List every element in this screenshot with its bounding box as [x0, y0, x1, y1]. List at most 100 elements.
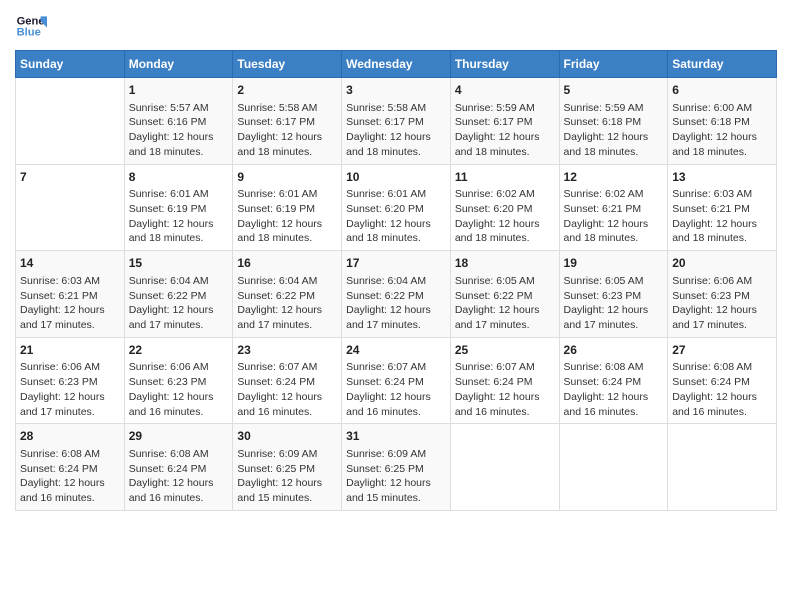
day-number: 24 [346, 342, 446, 359]
day-info: Sunrise: 5:59 AM Sunset: 6:18 PM Dayligh… [564, 101, 664, 160]
day-info: Sunrise: 6:08 AM Sunset: 6:24 PM Dayligh… [564, 360, 664, 419]
calendar-table: SundayMondayTuesdayWednesdayThursdayFrid… [15, 50, 777, 511]
day-number: 18 [455, 255, 555, 272]
calendar-cell: 27Sunrise: 6:08 AM Sunset: 6:24 PM Dayli… [668, 337, 777, 424]
calendar-cell: 18 Sunrise: 6:05 AM Sunset: 6:22 PM Dayli… [450, 251, 559, 338]
day-info: Sunrise: 5:57 AM Sunset: 6:16 PM Dayligh… [129, 101, 229, 160]
day-info: Sunrise: 5:58 AM Sunset: 6:17 PM Dayligh… [237, 101, 337, 160]
day-number: 2 [237, 82, 337, 99]
day-number: 10 [346, 169, 446, 186]
calendar-week-row: 28 Sunrise: 6:08 AM Sunset: 6:24 PM Dayli… [16, 424, 777, 511]
day-number: 8 [129, 169, 229, 186]
calendar-cell: 15 Sunrise: 6:04 AM Sunset: 6:22 PM Dayli… [124, 251, 233, 338]
day-info: Sunrise: 6:00 AM Sunset: 6:18 PM Dayligh… [672, 101, 772, 160]
day-info: Sunrise: 6:06 AM Sunset: 6:23 PM Dayligh… [20, 360, 120, 419]
day-number: 19 [564, 255, 664, 272]
day-number: 29 [129, 428, 229, 445]
calendar-cell: 7 [16, 164, 125, 251]
calendar-cell: 9Sunrise: 6:01 AM Sunset: 6:19 PM Daylig… [233, 164, 342, 251]
day-info: Sunrise: 6:04 AM Sunset: 6:22 PM Dayligh… [346, 274, 446, 333]
calendar-week-row: 1 Sunrise: 5:57 AM Sunset: 6:16 PM Daylig… [16, 78, 777, 165]
day-info: Sunrise: 6:03 AM Sunset: 6:21 PM Dayligh… [672, 187, 772, 246]
logo: General Blue [15, 10, 51, 42]
day-number: 31 [346, 428, 446, 445]
day-number: 9 [237, 169, 337, 186]
day-number: 16 [237, 255, 337, 272]
calendar-cell: 5 Sunrise: 5:59 AM Sunset: 6:18 PM Daylig… [559, 78, 668, 165]
weekday-header: Thursday [450, 51, 559, 78]
calendar-cell: 26Sunrise: 6:08 AM Sunset: 6:24 PM Dayli… [559, 337, 668, 424]
day-info: Sunrise: 6:05 AM Sunset: 6:22 PM Dayligh… [455, 274, 555, 333]
day-number: 12 [564, 169, 664, 186]
day-info: Sunrise: 6:07 AM Sunset: 6:24 PM Dayligh… [237, 360, 337, 419]
day-info: Sunrise: 6:02 AM Sunset: 6:20 PM Dayligh… [455, 187, 555, 246]
day-number: 20 [672, 255, 772, 272]
day-info: Sunrise: 6:08 AM Sunset: 6:24 PM Dayligh… [672, 360, 772, 419]
day-info: Sunrise: 6:01 AM Sunset: 6:19 PM Dayligh… [237, 187, 337, 246]
calendar-week-row: 21Sunrise: 6:06 AM Sunset: 6:23 PM Dayli… [16, 337, 777, 424]
calendar-cell: 16 Sunrise: 6:04 AM Sunset: 6:22 PM Dayli… [233, 251, 342, 338]
calendar-cell: 22Sunrise: 6:06 AM Sunset: 6:23 PM Dayli… [124, 337, 233, 424]
weekday-header: Sunday [16, 51, 125, 78]
svg-text:Blue: Blue [17, 27, 41, 39]
calendar-cell: 30 Sunrise: 6:09 AM Sunset: 6:25 PM Dayli… [233, 424, 342, 511]
day-number: 30 [237, 428, 337, 445]
weekday-header: Monday [124, 51, 233, 78]
calendar-cell: 8Sunrise: 6:01 AM Sunset: 6:19 PM Daylig… [124, 164, 233, 251]
day-number: 5 [564, 82, 664, 99]
calendar-cell: 17 Sunrise: 6:04 AM Sunset: 6:22 PM Dayli… [342, 251, 451, 338]
calendar-cell: 6 Sunrise: 6:00 AM Sunset: 6:18 PM Daylig… [668, 78, 777, 165]
calendar-cell: 28 Sunrise: 6:08 AM Sunset: 6:24 PM Dayli… [16, 424, 125, 511]
calendar-cell: 21Sunrise: 6:06 AM Sunset: 6:23 PM Dayli… [16, 337, 125, 424]
day-number: 25 [455, 342, 555, 359]
calendar-week-row: 14 Sunrise: 6:03 AM Sunset: 6:21 PM Dayli… [16, 251, 777, 338]
calendar-cell [450, 424, 559, 511]
calendar-header: SundayMondayTuesdayWednesdayThursdayFrid… [16, 51, 777, 78]
day-number: 28 [20, 428, 120, 445]
day-info: Sunrise: 6:04 AM Sunset: 6:22 PM Dayligh… [129, 274, 229, 333]
day-number: 3 [346, 82, 446, 99]
day-info: Sunrise: 6:09 AM Sunset: 6:25 PM Dayligh… [237, 447, 337, 506]
weekday-header: Friday [559, 51, 668, 78]
day-info: Sunrise: 6:04 AM Sunset: 6:22 PM Dayligh… [237, 274, 337, 333]
day-info: Sunrise: 6:07 AM Sunset: 6:24 PM Dayligh… [346, 360, 446, 419]
day-number: 14 [20, 255, 120, 272]
weekday-header: Saturday [668, 51, 777, 78]
calendar-cell [559, 424, 668, 511]
day-number: 1 [129, 82, 229, 99]
day-number: 13 [672, 169, 772, 186]
calendar-cell: 25Sunrise: 6:07 AM Sunset: 6:24 PM Dayli… [450, 337, 559, 424]
calendar-cell: 11Sunrise: 6:02 AM Sunset: 6:20 PM Dayli… [450, 164, 559, 251]
day-number: 4 [455, 82, 555, 99]
calendar-cell: 31Sunrise: 6:09 AM Sunset: 6:25 PM Dayli… [342, 424, 451, 511]
day-info: Sunrise: 6:06 AM Sunset: 6:23 PM Dayligh… [129, 360, 229, 419]
weekday-header: Wednesday [342, 51, 451, 78]
calendar-cell: 13Sunrise: 6:03 AM Sunset: 6:21 PM Dayli… [668, 164, 777, 251]
day-info: Sunrise: 6:05 AM Sunset: 6:23 PM Dayligh… [564, 274, 664, 333]
calendar-cell: 3Sunrise: 5:58 AM Sunset: 6:17 PM Daylig… [342, 78, 451, 165]
calendar-cell: 12Sunrise: 6:02 AM Sunset: 6:21 PM Dayli… [559, 164, 668, 251]
calendar-cell: 19 Sunrise: 6:05 AM Sunset: 6:23 PM Dayli… [559, 251, 668, 338]
day-number: 17 [346, 255, 446, 272]
calendar-cell: 1 Sunrise: 5:57 AM Sunset: 6:16 PM Daylig… [124, 78, 233, 165]
day-number: 7 [20, 169, 120, 186]
day-info: Sunrise: 6:07 AM Sunset: 6:24 PM Dayligh… [455, 360, 555, 419]
calendar-cell: 4 Sunrise: 5:59 AM Sunset: 6:17 PM Daylig… [450, 78, 559, 165]
weekday-header: Tuesday [233, 51, 342, 78]
page-header: General Blue [15, 10, 777, 42]
calendar-cell: 2 Sunrise: 5:58 AM Sunset: 6:17 PM Daylig… [233, 78, 342, 165]
day-info: Sunrise: 6:02 AM Sunset: 6:21 PM Dayligh… [564, 187, 664, 246]
day-info: Sunrise: 6:03 AM Sunset: 6:21 PM Dayligh… [20, 274, 120, 333]
day-info: Sunrise: 6:01 AM Sunset: 6:20 PM Dayligh… [346, 187, 446, 246]
calendar-cell [16, 78, 125, 165]
day-number: 6 [672, 82, 772, 99]
day-info: Sunrise: 6:06 AM Sunset: 6:23 PM Dayligh… [672, 274, 772, 333]
day-number: 22 [129, 342, 229, 359]
day-number: 23 [237, 342, 337, 359]
day-number: 15 [129, 255, 229, 272]
calendar-cell: 20 Sunrise: 6:06 AM Sunset: 6:23 PM Dayli… [668, 251, 777, 338]
day-info: Sunrise: 6:08 AM Sunset: 6:24 PM Dayligh… [20, 447, 120, 506]
day-info: Sunrise: 5:59 AM Sunset: 6:17 PM Dayligh… [455, 101, 555, 160]
calendar-cell: 14 Sunrise: 6:03 AM Sunset: 6:21 PM Dayli… [16, 251, 125, 338]
logo-icon: General Blue [15, 10, 47, 42]
